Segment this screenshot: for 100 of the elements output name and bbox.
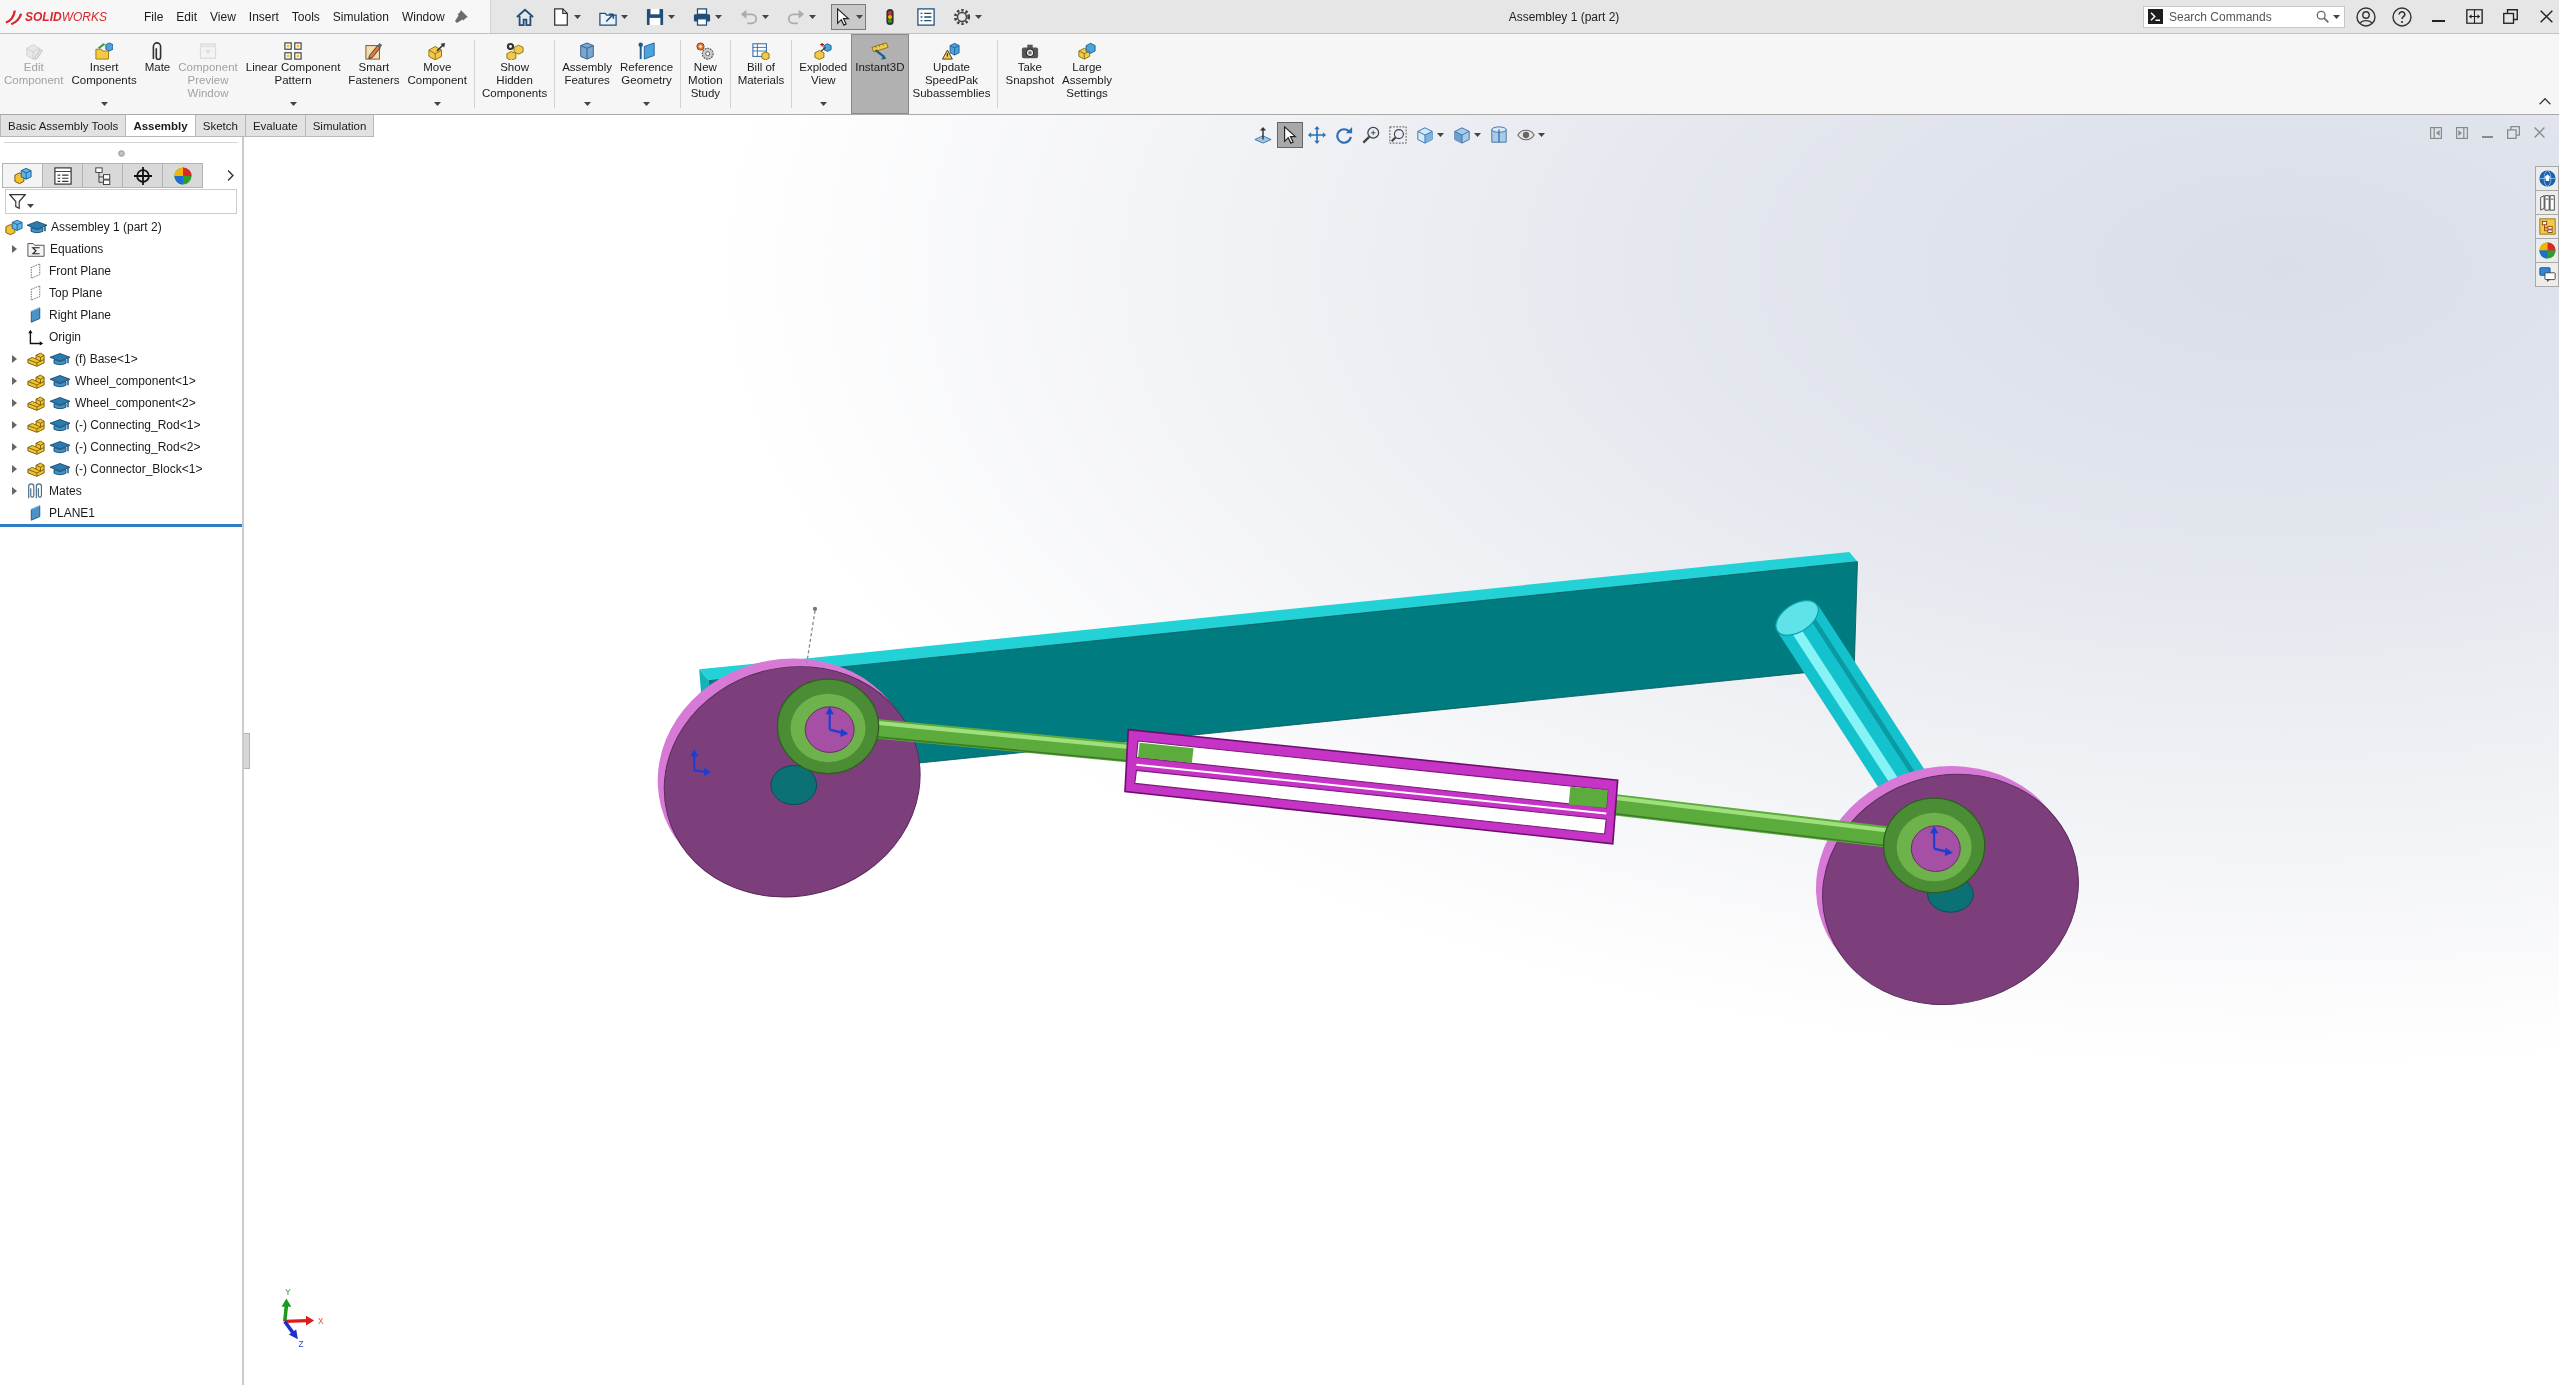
tile-icon[interactable] xyxy=(2465,9,2483,24)
close-icon[interactable] xyxy=(2539,10,2553,23)
new-document-icon xyxy=(552,7,570,26)
menu-item[interactable]: Edit xyxy=(176,9,198,24)
splitter-handle[interactable] xyxy=(117,149,125,157)
command-button[interactable]: Show Hidden Components xyxy=(477,34,552,114)
command-button[interactable]: Large Assembly Settings xyxy=(1058,34,1116,114)
user-icon[interactable] xyxy=(2356,6,2376,27)
menu-item[interactable]: View xyxy=(210,9,236,24)
tree-item-label[interactable]: Wheel_component<2> xyxy=(75,396,196,410)
chevron-up-icon[interactable] xyxy=(2539,98,2551,105)
caret-icon xyxy=(715,14,722,19)
part-icon xyxy=(27,438,45,456)
part-icon xyxy=(27,460,45,478)
y-axis-arrow xyxy=(281,1298,292,1322)
search-field[interactable]: Search Commands xyxy=(2143,5,2345,28)
globe-icon xyxy=(2538,170,2556,187)
expand-arrow-icon[interactable] xyxy=(11,245,17,253)
command-button[interactable]: Mate xyxy=(140,34,175,114)
crosshair-icon xyxy=(133,166,152,185)
restore-icon[interactable] xyxy=(2502,9,2518,24)
tree-item-label[interactable]: Right Plane xyxy=(49,308,112,322)
folder-tree-icon xyxy=(2538,218,2556,235)
pencil-cube-icon xyxy=(24,42,43,60)
expand-arrow-icon[interactable] xyxy=(11,377,17,385)
command-button[interactable]: Update SpeedPak Subassemblies xyxy=(908,34,995,114)
tree-item-label[interactable]: Assembley 1 (part 2) xyxy=(51,220,162,234)
panel-collapse-handle[interactable] xyxy=(244,733,250,769)
menu-item[interactable]: File xyxy=(144,9,164,24)
chevron-right-icon[interactable] xyxy=(227,170,234,181)
part-icon xyxy=(27,416,45,434)
cube-arrow-icon xyxy=(428,42,447,60)
gears-icon xyxy=(696,42,715,60)
tree-item-label[interactable]: Mates xyxy=(49,484,82,498)
menu-item[interactable]: Simulation xyxy=(332,9,389,24)
caret-icon xyxy=(583,102,591,106)
cursor-icon xyxy=(834,7,852,26)
expand-arrow-icon[interactable] xyxy=(11,355,17,363)
tree-item-label[interactable]: Origin xyxy=(49,330,81,344)
command-button[interactable]: Linear Component Pattern xyxy=(241,34,345,114)
tree-item-label[interactable]: Top Plane xyxy=(49,286,103,300)
part-icon xyxy=(27,350,45,368)
assembly-icon xyxy=(5,218,23,236)
task-pane-tab[interactable] xyxy=(2535,238,2559,263)
search-icon[interactable] xyxy=(2316,10,2329,23)
view-tool-button[interactable] xyxy=(1277,122,1303,148)
command-button[interactable]: Take Snapshot xyxy=(1001,34,1059,114)
tree-item-label[interactable]: (f) Base<1> xyxy=(75,352,138,366)
task-pane-tab[interactable] xyxy=(2535,262,2559,287)
command-button[interactable]: Smart Fasteners xyxy=(344,34,404,114)
tree-item-label[interactable]: (-) Connecting_Rod<1> xyxy=(75,418,201,432)
part-icon xyxy=(27,372,45,390)
expand-arrow-icon[interactable] xyxy=(11,487,17,495)
command-button[interactable]: Move Component xyxy=(403,34,471,114)
select-button[interactable] xyxy=(831,3,866,30)
expand-arrow-icon[interactable] xyxy=(11,443,17,451)
command-button[interactable]: Assembly Features xyxy=(558,34,617,114)
command-button[interactable]: Reference Geometry xyxy=(616,34,678,114)
tree-item-label[interactable]: Wheel_component<1> xyxy=(75,374,196,388)
logo-icon xyxy=(4,8,22,25)
paperclips-icon xyxy=(27,482,44,500)
caret-icon xyxy=(668,14,675,19)
command-button[interactable]: Exploded View xyxy=(795,34,852,114)
command-tab[interactable]: Simulation xyxy=(304,115,375,137)
task-pane-tab[interactable] xyxy=(2535,166,2559,191)
caret-icon xyxy=(975,14,982,19)
task-pane-tab[interactable] xyxy=(2535,214,2559,239)
command-button[interactable]: Instant3D xyxy=(851,34,909,114)
panel-tab[interactable] xyxy=(82,163,123,188)
help-icon[interactable] xyxy=(2392,6,2412,27)
command-tab[interactable]: Basic Assembly Tools xyxy=(0,115,127,137)
tree-item-label[interactable]: PLANE1 xyxy=(49,506,96,520)
panel-tab[interactable] xyxy=(122,163,163,188)
panel-tab[interactable] xyxy=(42,163,83,188)
mortarboard-icon xyxy=(27,219,47,235)
minimize-icon[interactable] xyxy=(2431,19,2445,22)
menu-item[interactable]: Window xyxy=(401,9,445,24)
panel-right-icon[interactable] xyxy=(2456,126,2468,139)
warning-cube-icon xyxy=(942,42,961,60)
menu-item[interactable]: Insert xyxy=(248,9,279,24)
origin-marker-icon xyxy=(690,749,712,777)
menu-item[interactable]: Tools xyxy=(291,9,320,24)
stacked-cubes-icon xyxy=(1078,42,1096,60)
command-button[interactable]: Bill of Materials xyxy=(733,34,789,114)
expand-arrow-icon[interactable] xyxy=(11,465,17,473)
command-tab[interactable]: Sketch xyxy=(194,115,246,137)
command-tab[interactable]: Evaluate xyxy=(244,115,306,137)
tree-item-label[interactable]: (-) Connecting_Rod<2> xyxy=(75,440,201,454)
tree-item-label[interactable]: Equations xyxy=(50,242,104,256)
tree-item-label[interactable]: (-) Connector_Block<1> xyxy=(75,462,203,476)
command-button[interactable]: New Motion Study xyxy=(684,34,727,114)
task-pane-tab[interactable] xyxy=(2535,190,2559,215)
expand-arrow-icon[interactable] xyxy=(11,399,17,407)
tree-item-label[interactable]: Front Plane xyxy=(49,264,112,278)
pin-icon[interactable] xyxy=(454,10,468,23)
command-button[interactable]: Insert Components xyxy=(67,34,141,114)
home-icon xyxy=(516,7,534,26)
panel-left-icon[interactable] xyxy=(2430,126,2442,139)
expand-arrow-icon[interactable] xyxy=(11,421,17,429)
filter-field[interactable] xyxy=(5,189,237,214)
